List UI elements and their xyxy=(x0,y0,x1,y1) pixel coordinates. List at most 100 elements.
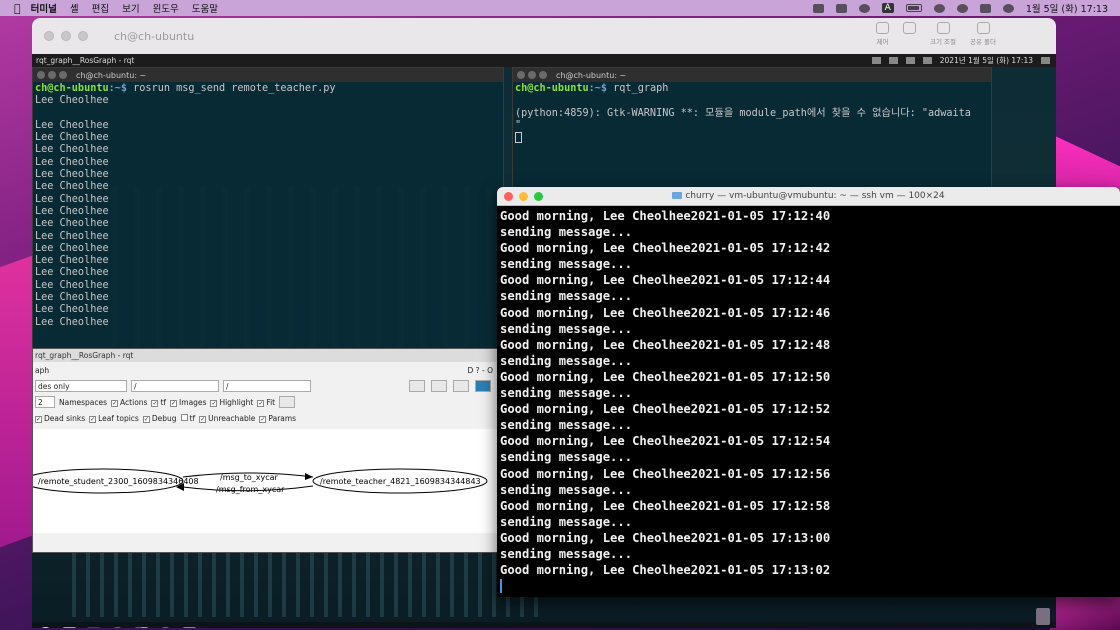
output-line: Lee Cheolhee xyxy=(35,181,109,193)
output-line: Good morning, Lee Cheolhee2021-01-05 17:… xyxy=(500,530,831,545)
menu-help[interactable]: 도움말 xyxy=(192,1,218,15)
output-line: sending message... xyxy=(500,418,633,433)
save-dot-icon[interactable] xyxy=(453,380,469,392)
volume-icon[interactable] xyxy=(858,3,870,13)
battery-icon[interactable] xyxy=(905,4,922,12)
mac-terminal-output[interactable]: Good morning, Lee Cheolhee2021-01-05 17:… xyxy=(497,206,1120,595)
active-window-title: rqt_graph__RosGraph - rqt xyxy=(36,56,135,65)
spotlight-icon[interactable] xyxy=(956,3,968,13)
tf-checkbox[interactable]: ✓ xyxy=(151,399,159,407)
debug-checkbox[interactable]: ✓ xyxy=(142,415,150,423)
wifi-icon[interactable] xyxy=(933,3,945,13)
mac-terminal-titlebar[interactable]: churry — vm-ubuntu@vmubuntu: ~ — ssh vm … xyxy=(497,187,1120,206)
terminal-icon[interactable] xyxy=(86,626,101,628)
close-button[interactable] xyxy=(44,31,54,41)
shared-folder-tool[interactable]: 공유 폴더 xyxy=(970,22,996,46)
menu-view[interactable]: 보기 xyxy=(122,1,139,15)
ubuntu-clock[interactable]: 2021년 1월 5일 (화) 17:13 xyxy=(940,55,1033,66)
settings-icon[interactable] xyxy=(158,626,173,628)
files-icon[interactable] xyxy=(62,626,77,628)
graph-canvas[interactable]: /remote_student_2300_1609834346408 /remo… xyxy=(32,429,497,533)
depth-spinbox[interactable]: 2 xyxy=(35,396,55,408)
save-image-icon[interactable] xyxy=(475,380,491,392)
zoom-button[interactable] xyxy=(78,31,88,41)
snapshot-tool[interactable] xyxy=(903,22,916,46)
edge-bottom-label: /msg_from_xycar xyxy=(216,485,285,494)
slack-icon[interactable] xyxy=(134,626,149,628)
terminal-right-titlebar[interactable]: ch@ch-ubuntu: ~ xyxy=(513,68,991,82)
plugin-controls[interactable]: D ? - O xyxy=(467,366,493,375)
dead-sinks-checkbox[interactable]: ✓ xyxy=(35,415,42,423)
menu-window[interactable]: 윈도우 xyxy=(153,1,179,15)
actions-checkbox[interactable]: ✓ xyxy=(111,399,119,407)
power-icon[interactable] xyxy=(1041,57,1050,64)
maximize-icon[interactable] xyxy=(59,71,67,79)
output-line: Lee Cheolhee xyxy=(35,267,109,279)
chrome-icon[interactable] xyxy=(110,626,125,628)
node-filter-input[interactable]: / xyxy=(131,380,219,392)
output-line: Lee Cheolhee xyxy=(35,95,109,107)
input-source-icon[interactable]: A xyxy=(881,3,894,13)
network-icon[interactable] xyxy=(905,57,915,64)
tray-icon[interactable] xyxy=(871,57,881,64)
load-icon[interactable] xyxy=(431,380,447,392)
refresh-icon[interactable] xyxy=(409,380,425,392)
topic-filter-input[interactable]: / xyxy=(223,380,311,392)
mode-select[interactable]: des only xyxy=(35,380,127,392)
output-line: Good morning, Lee Cheolhee2021-01-05 17:… xyxy=(500,273,831,288)
terminal-left[interactable]: ch@ch-ubuntu: ~ ch@ch-ubuntu:~$ rosrun m… xyxy=(32,67,504,349)
menubar-clock[interactable]: 1월 5일 (화) 17:13 xyxy=(1026,1,1108,15)
rqt-titlebar[interactable]: rqt_graph__RosGraph - rqt xyxy=(33,349,497,362)
trash-icon[interactable] xyxy=(1036,608,1050,625)
control-tool[interactable]: 제어 xyxy=(876,22,889,46)
minimize-button[interactable] xyxy=(61,31,71,41)
input-icon[interactable] xyxy=(888,57,898,64)
close-icon[interactable] xyxy=(517,71,525,79)
app-status-icon[interactable] xyxy=(812,3,824,13)
tf-hide-checkbox[interactable] xyxy=(180,413,188,421)
output-line: Good morning, Lee Cheolhee2021-01-05 17:… xyxy=(500,466,831,481)
menu-app[interactable]: 터미널 xyxy=(31,1,57,15)
menu-shell[interactable]: 셸 xyxy=(70,1,79,15)
terminal-right-output[interactable]: ch@ch-ubuntu:~$ rqt_graph (python:4859):… xyxy=(513,82,991,146)
output-line: Lee Cheolhee xyxy=(35,193,109,205)
text-cursor xyxy=(500,579,502,594)
minimize-icon[interactable] xyxy=(48,71,56,79)
siri-icon[interactable] xyxy=(1002,3,1014,13)
terminal-left-output[interactable]: ch@ch-ubuntu:~$ rosrun msg_send remote_t… xyxy=(33,82,503,330)
minimize-icon[interactable] xyxy=(528,71,536,79)
close-icon[interactable] xyxy=(37,71,45,79)
fit-view-icon[interactable] xyxy=(279,396,296,408)
vmware-titlebar: ch@ch-ubuntu 제어 크기 조절 공유 폴더 xyxy=(32,18,1056,54)
terminal-left-titlebar[interactable]: ch@ch-ubuntu: ~ xyxy=(33,68,503,82)
apple-icon[interactable]:  xyxy=(14,2,21,15)
output-line: Lee Cheolhee xyxy=(35,304,109,316)
output-line: sending message... xyxy=(500,257,633,272)
resize-icon xyxy=(936,22,950,34)
highlight-checkbox[interactable]: ✓ xyxy=(210,399,218,407)
sound-icon[interactable] xyxy=(922,57,932,64)
output-line: Lee Cheolhee xyxy=(35,218,109,230)
images-checkbox[interactable]: ✓ xyxy=(170,399,178,407)
terminal-right[interactable]: ch@ch-ubuntu: ~ ch@ch-ubuntu:~$ rqt_grap… xyxy=(512,67,992,197)
text-cursor xyxy=(515,132,522,144)
fit-checkbox[interactable]: ✓ xyxy=(257,399,265,407)
output-line: Lee Cheolhee xyxy=(35,255,109,267)
vscode-icon[interactable] xyxy=(182,626,197,628)
rqt-graph-window[interactable]: rqt_graph__RosGraph - rqt aph D ? - O de… xyxy=(32,348,498,553)
output-line: Lee Cheolhee xyxy=(35,132,109,144)
folder-icon xyxy=(672,192,683,199)
menu-edit[interactable]: 편집 xyxy=(92,1,109,15)
ubuntu-icon[interactable] xyxy=(38,626,53,628)
maximize-icon[interactable] xyxy=(539,71,547,79)
folder-icon xyxy=(976,22,990,34)
params-checkbox[interactable]: ✓ xyxy=(259,415,267,423)
bluetooth-icon[interactable] xyxy=(835,3,847,13)
control-center-icon[interactable] xyxy=(979,3,991,13)
leaf-topics-checkbox[interactable]: ✓ xyxy=(89,415,97,423)
output-line: Lee Cheolhee xyxy=(35,316,109,328)
resize-tool[interactable]: 크기 조절 xyxy=(930,22,956,46)
plugin-title: aph xyxy=(35,365,50,375)
mac-terminal-window[interactable]: churry — vm-ubuntu@vmubuntu: ~ — ssh vm … xyxy=(497,187,1120,597)
unreachable-checkbox[interactable]: ✓ xyxy=(199,415,207,423)
